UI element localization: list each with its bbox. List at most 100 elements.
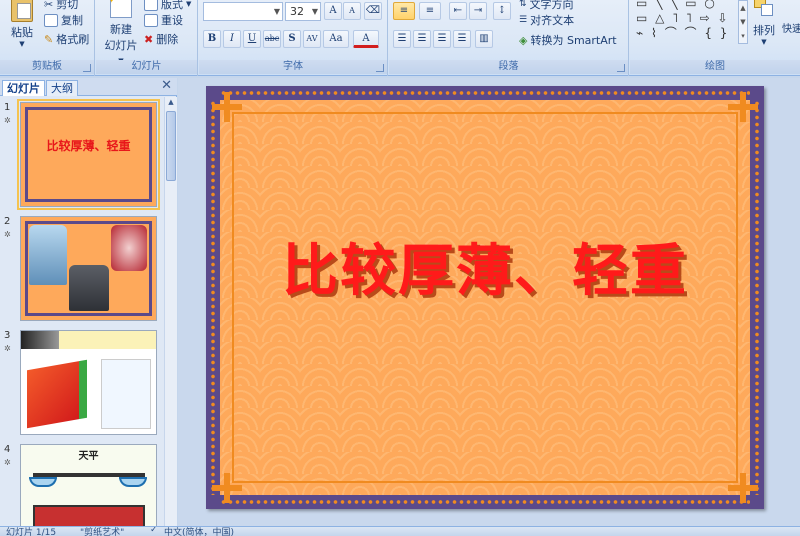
chevron-down-icon: ▼ xyxy=(761,38,767,46)
new-slide-icon: ✦ xyxy=(107,0,132,18)
font-color-button[interactable]: A xyxy=(353,30,379,48)
drawing-group-label: 绘图 xyxy=(630,60,800,74)
balance-base xyxy=(33,505,145,526)
scroll-thumb[interactable] xyxy=(166,111,176,181)
close-icon[interactable]: ✕ xyxy=(161,78,172,93)
tab-slides[interactable]: 幻灯片 xyxy=(2,80,45,96)
outdent-icon: ⇤ xyxy=(453,5,463,16)
align-right-button[interactable]: ☰ xyxy=(433,30,451,48)
paragraph-group: ≡ ≡ ⇤ ⇥ ↕ ⇅ 文字方向 ☰ 对齐文本 ☰ ☰ ☰ ☰ ▥ ◈ 转换为 Sma… xyxy=(389,0,629,76)
align-left-button[interactable]: ☰ xyxy=(393,30,411,48)
shadow-button[interactable]: S xyxy=(283,30,301,48)
bullets-button[interactable]: ≡ xyxy=(393,2,415,20)
dark-coat-image xyxy=(69,265,109,311)
shapes-scroll[interactable]: ▲ ▼ ▾ xyxy=(738,0,748,44)
chevron-down-icon: ▼ xyxy=(186,0,192,8)
spellcheck-icon[interactable]: ✓ xyxy=(150,527,158,535)
text-direction-button[interactable]: ⇅ 文字方向 xyxy=(519,0,574,12)
cut-button[interactable]: ✂ 剪切 xyxy=(44,0,78,12)
numbering-button[interactable]: ≡ xyxy=(419,2,441,20)
new-slide-button[interactable]: ✦ 新建 幻灯片 ▼ xyxy=(102,0,140,65)
language[interactable]: 中文(简体，中国) xyxy=(164,527,234,536)
dialog-launcher-icon[interactable] xyxy=(376,64,384,72)
chevron-down-icon: ▼ xyxy=(19,40,25,48)
status-bar: 幻灯片 1/15 "剪纸艺术" ✓ 中文(简体，中国) xyxy=(0,526,800,536)
numbered-list-icon: ≡ xyxy=(425,5,435,16)
jacket-image xyxy=(29,225,67,285)
change-case-button[interactable]: Aa xyxy=(323,30,349,48)
paragraph-group-label: 段落 xyxy=(389,60,628,74)
slide-preview: 比较厚薄、轻重 xyxy=(17,99,160,210)
delete-icon: ✖ xyxy=(144,32,154,46)
slides-group-label: 幻灯片 xyxy=(96,60,197,74)
decrease-indent-button[interactable]: ⇤ xyxy=(449,2,467,20)
shapes-gallery[interactable]: ▭ ╲ ╲ ▭ ○ ▭ △ ˥ ˥ ⇨ ⇩ ⌁ ⌇ ⌒ ⌒ { } xyxy=(636,0,740,48)
columns-button[interactable]: ▥ xyxy=(475,30,493,48)
dialog-launcher-icon[interactable] xyxy=(83,64,91,72)
line-spacing-icon: ↕ xyxy=(497,5,507,16)
increase-indent-button[interactable]: ⇥ xyxy=(469,2,487,20)
strikethrough-button[interactable]: abc xyxy=(263,30,281,48)
slides-pane: 幻灯片 大纲 ✕ 1 ✲ 比较厚薄、轻重 2 ✲ 3 ✲ 4 ✲ 天平 ▲ xyxy=(0,78,177,526)
left-pan xyxy=(29,477,57,487)
grow-font-button[interactable]: A xyxy=(324,2,342,20)
font-name-select[interactable]: ▼ xyxy=(203,2,283,21)
slide-preview: 天平 xyxy=(20,444,157,526)
layout-icon xyxy=(144,0,158,11)
italic-button[interactable]: I xyxy=(223,30,241,48)
slide-preview xyxy=(20,330,157,435)
shapes-row-1: ▭ ╲ ╲ ▭ ○ xyxy=(636,0,717,10)
top-dot-border xyxy=(220,90,750,96)
chevron-down-icon: ▼ xyxy=(273,7,280,16)
arrange-button[interactable]: 排列 ▼ xyxy=(750,0,778,46)
indent-icon: ⇥ xyxy=(473,5,483,16)
align-right-icon: ☰ xyxy=(437,33,447,44)
slide-title[interactable]: 比较厚薄、轻重 xyxy=(206,226,764,307)
dialog-launcher-icon[interactable] xyxy=(617,64,625,72)
current-slide[interactable]: 比较厚薄、轻重 xyxy=(206,86,764,509)
animation-star-icon: ✲ xyxy=(4,230,11,239)
bottom-dot-border xyxy=(220,499,750,505)
slide-preview xyxy=(20,216,157,321)
paste-label: 粘贴 xyxy=(11,26,33,39)
scroll-up-icon[interactable]: ▲ xyxy=(166,98,176,109)
arrange-icon xyxy=(754,0,774,18)
align-text-icon: ☰ xyxy=(519,15,528,25)
char-spacing-button[interactable]: AV xyxy=(303,30,321,48)
delete-slide-button[interactable]: ✖ 删除 xyxy=(144,31,178,47)
text-direction-icon: ⇅ xyxy=(519,0,527,9)
workbook-image xyxy=(101,359,151,429)
copy-button[interactable]: 复制 xyxy=(44,12,83,28)
smartart-icon: ◈ xyxy=(519,33,528,47)
line-spacing-button[interactable]: ↕ xyxy=(493,2,511,20)
reset-button[interactable]: 重设 xyxy=(144,12,183,28)
bullet-list-icon: ≡ xyxy=(399,5,409,16)
align-left-icon: ☰ xyxy=(397,33,407,44)
paste-button[interactable]: 粘贴 ▼ xyxy=(6,0,38,48)
layout-button[interactable]: 版式 ▼ xyxy=(144,0,191,12)
animation-star-icon: ✲ xyxy=(4,458,11,467)
slide-title: 比较厚薄、轻重 xyxy=(46,139,131,153)
smartart-button[interactable]: ◈ 转换为 SmartArt xyxy=(519,32,617,48)
align-center-button[interactable]: ☰ xyxy=(413,30,431,48)
corner-ornament xyxy=(728,92,758,122)
slide-number: 4 xyxy=(4,444,11,455)
shapes-row-3: ⌁ ⌇ ⌒ ⌒ { } xyxy=(636,26,730,40)
header-photo xyxy=(21,331,59,349)
thumbnails-scrollbar[interactable]: ▲ xyxy=(164,97,177,526)
clear-format-button[interactable]: ⌫ xyxy=(364,2,382,20)
clipboard-group: 粘贴 ▼ ✂ 剪切 复制 ✎ 格式刷 剪贴板 xyxy=(0,0,95,76)
corner-ornament xyxy=(212,92,242,122)
slide-thumbnails: 1 ✲ 比较厚薄、轻重 2 ✲ 3 ✲ 4 ✲ 天平 xyxy=(0,97,163,526)
font-size-select[interactable]: 32 ▼ xyxy=(285,2,321,21)
bold-button[interactable]: B xyxy=(203,30,221,48)
shapes-row-2: ▭ △ ˥ ˥ ⇨ ⇩ xyxy=(636,11,730,25)
shrink-font-button[interactable]: A xyxy=(343,2,361,20)
underline-button[interactable]: U xyxy=(243,30,261,48)
justify-button[interactable]: ☰ xyxy=(453,30,471,48)
reset-icon xyxy=(144,13,158,27)
format-painter-button[interactable]: ✎ 格式刷 xyxy=(44,31,89,47)
tab-outline[interactable]: 大纲 xyxy=(46,80,78,96)
align-text-button[interactable]: ☰ 对齐文本 xyxy=(519,12,574,28)
quick-styles-button[interactable]: 快速 xyxy=(780,20,800,35)
